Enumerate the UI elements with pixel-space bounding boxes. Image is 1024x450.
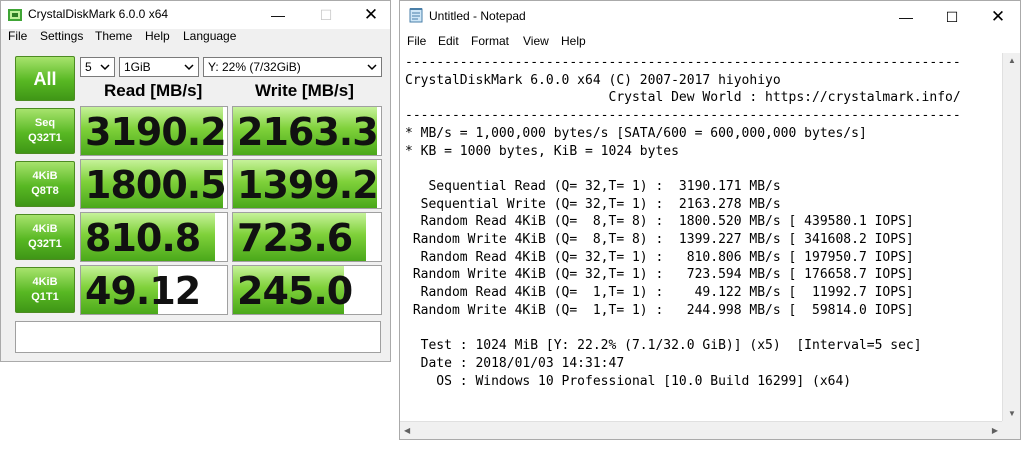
4kib-q8t8-button[interactable]: 4KiB Q8T8 — [15, 161, 75, 207]
notepad-window-title: Untitled - Notepad — [429, 9, 526, 23]
notepad-app-icon — [409, 8, 423, 23]
drive-value: Y: 22% (7/32GiB) — [208, 60, 301, 74]
cdm-minimize-button[interactable]: — — [256, 1, 300, 29]
editor-line: OS : Windows 10 Professional [10.0 Build… — [405, 373, 852, 389]
result-value: 245.0 — [237, 269, 353, 313]
editor-line: Random Write 4KiB (Q= 1,T= 1) : 244.998 … — [405, 302, 914, 318]
test-count-value: 5 — [85, 60, 92, 74]
scroll-down-icon[interactable]: ▼ — [1008, 409, 1016, 418]
4kib-q32t1-write-result: 723.6 — [232, 212, 382, 262]
chevron-down-icon — [367, 64, 377, 71]
chevron-down-icon — [184, 64, 194, 71]
cdm-menubar: File Settings Theme Help Language — [1, 26, 390, 46]
cdm-window-title: CrystalDiskMark 6.0.0 x64 — [28, 7, 169, 21]
editor-line: Sequential Write (Q= 32,T= 1) : 2163.278… — [405, 196, 781, 212]
cdm-menu-help[interactable]: Help — [145, 29, 170, 43]
editor-text: ----------------------------------------… — [405, 54, 961, 390]
result-value: 49.12 — [85, 269, 201, 313]
test-label-line1: 4KiB — [32, 276, 58, 288]
notepad-menu-edit[interactable]: Edit — [438, 34, 459, 48]
scroll-left-icon[interactable]: ◀ — [404, 426, 410, 435]
notepad-maximize-button[interactable]: ☐ — [930, 3, 974, 31]
notepad-menu-file[interactable]: File — [407, 34, 426, 48]
cdm-menu-settings[interactable]: Settings — [40, 29, 83, 43]
cdm-menu-theme[interactable]: Theme — [95, 29, 132, 43]
result-value: 3190.2 — [85, 110, 227, 154]
test-label-line2: Q1T1 — [31, 291, 59, 303]
chevron-down-icon — [100, 64, 110, 71]
editor-line: Random Write 4KiB (Q= 32,T= 1) : 723.594… — [405, 267, 914, 283]
notepad-minimize-button[interactable]: — — [884, 3, 928, 31]
seq-q32t1-read-result: 3190.2 — [80, 106, 228, 156]
editor-line: ----------------------------------------… — [405, 55, 961, 70]
4kib-q1t1-read-result: 49.12 — [80, 265, 228, 315]
drive-select[interactable]: Y: 22% (7/32GiB) — [203, 57, 382, 77]
read-column-header: Read [MB/s] — [104, 81, 203, 100]
notepad-menubar: File Edit Format View Help — [400, 31, 1020, 51]
all-test-button[interactable]: All — [15, 56, 75, 101]
4kib-q32t1-button[interactable]: 4KiB Q32T1 — [15, 214, 75, 260]
test-label-line1: 4KiB — [32, 223, 58, 235]
notepad-close-button[interactable]: ✕ — [976, 3, 1020, 31]
notepad-menu-view[interactable]: View — [523, 34, 549, 48]
result-value: 2163.3 — [237, 110, 379, 154]
seq-q32t1-write-result: 2163.3 — [232, 106, 382, 156]
notepad-menu-format[interactable]: Format — [471, 34, 509, 48]
4kib-q1t1-button[interactable]: 4KiB Q1T1 — [15, 267, 75, 313]
4kib-q8t8-write-result: 1399.2 — [232, 159, 382, 209]
test-label-line2: Q32T1 — [28, 238, 62, 250]
test-label-line2: Q8T8 — [31, 185, 59, 197]
horizontal-scrollbar[interactable]: ◀ ▶ — [400, 421, 1002, 439]
result-value: 1399.2 — [237, 163, 379, 207]
editor-line: ----------------------------------------… — [405, 108, 961, 124]
4kib-q8t8-read-result: 1800.5 — [80, 159, 228, 209]
result-value: 1800.5 — [85, 163, 227, 207]
cdm-maximize-button[interactable]: ☐ — [304, 1, 348, 29]
notepad-window: Untitled - Notepad — ☐ ✕ File Edit Forma… — [399, 0, 1021, 440]
editor-line: Date : 2018/01/03 14:31:47 — [405, 355, 625, 371]
editor-line: Random Read 4KiB (Q= 32,T= 1) : 810.806 … — [405, 249, 914, 265]
editor-line: Crystal Dew World : https://crystalmark.… — [405, 90, 961, 106]
write-column-header: Write [MB/s] — [255, 81, 354, 100]
result-value: 723.6 — [237, 216, 353, 260]
cdm-close-button[interactable]: ✕ — [349, 1, 393, 29]
test-count-select[interactable]: 5 — [80, 57, 115, 77]
editor-line: Random Read 4KiB (Q= 1,T= 1) : 49.122 MB… — [405, 285, 914, 301]
test-label-line1: 4KiB — [32, 170, 58, 182]
editor-line: CrystalDiskMark 6.0.0 x64 (C) 2007-2017 … — [405, 72, 781, 88]
resize-grip[interactable] — [1002, 421, 1020, 439]
cdm-titlebar[interactable]: CrystalDiskMark 6.0.0 x64 — ☐ ✕ — [1, 1, 390, 29]
vertical-scrollbar[interactable]: ▲ ▼ — [1002, 53, 1020, 421]
crystaldiskmark-window: CrystalDiskMark 6.0.0 x64 — ☐ ✕ File Set… — [0, 0, 391, 362]
cdm-menu-file[interactable]: File — [8, 29, 27, 43]
comment-field[interactable] — [15, 321, 381, 353]
scroll-right-icon[interactable]: ▶ — [992, 426, 998, 435]
4kib-q32t1-read-result: 810.8 — [80, 212, 228, 262]
test-size-value: 1GiB — [124, 60, 151, 74]
editor-line: * MB/s = 1,000,000 bytes/s [SATA/600 = 6… — [405, 125, 867, 141]
cdm-menu-language[interactable]: Language — [183, 29, 236, 43]
scroll-up-icon[interactable]: ▲ — [1008, 56, 1016, 65]
notepad-menu-help[interactable]: Help — [561, 34, 586, 48]
result-value: 810.8 — [85, 216, 201, 260]
editor-line: * KB = 1000 bytes, KiB = 1024 bytes — [405, 143, 679, 159]
editor-line: Random Read 4KiB (Q= 8,T= 8) : 1800.520 … — [405, 214, 914, 230]
test-label-line1: Seq — [34, 117, 56, 129]
crystaldiskmark-app-icon — [8, 9, 22, 21]
4kib-q1t1-write-result: 245.0 — [232, 265, 382, 315]
seq-q32t1-button[interactable]: Seq Q32T1 — [15, 108, 75, 154]
test-size-select[interactable]: 1GiB — [119, 57, 199, 77]
editor-line: Sequential Read (Q= 32,T= 1) : 3190.171 … — [405, 178, 781, 194]
editor-line: Test : 1024 MiB [Y: 22.2% (7.1/32.0 GiB)… — [405, 338, 922, 354]
editor-line: Random Write 4KiB (Q= 8,T= 8) : 1399.227… — [405, 232, 914, 248]
text-editor[interactable]: ----------------------------------------… — [401, 53, 1002, 421]
notepad-titlebar[interactable]: Untitled - Notepad — ☐ ✕ — [400, 1, 1020, 29]
test-label-line2: Q32T1 — [28, 132, 62, 144]
